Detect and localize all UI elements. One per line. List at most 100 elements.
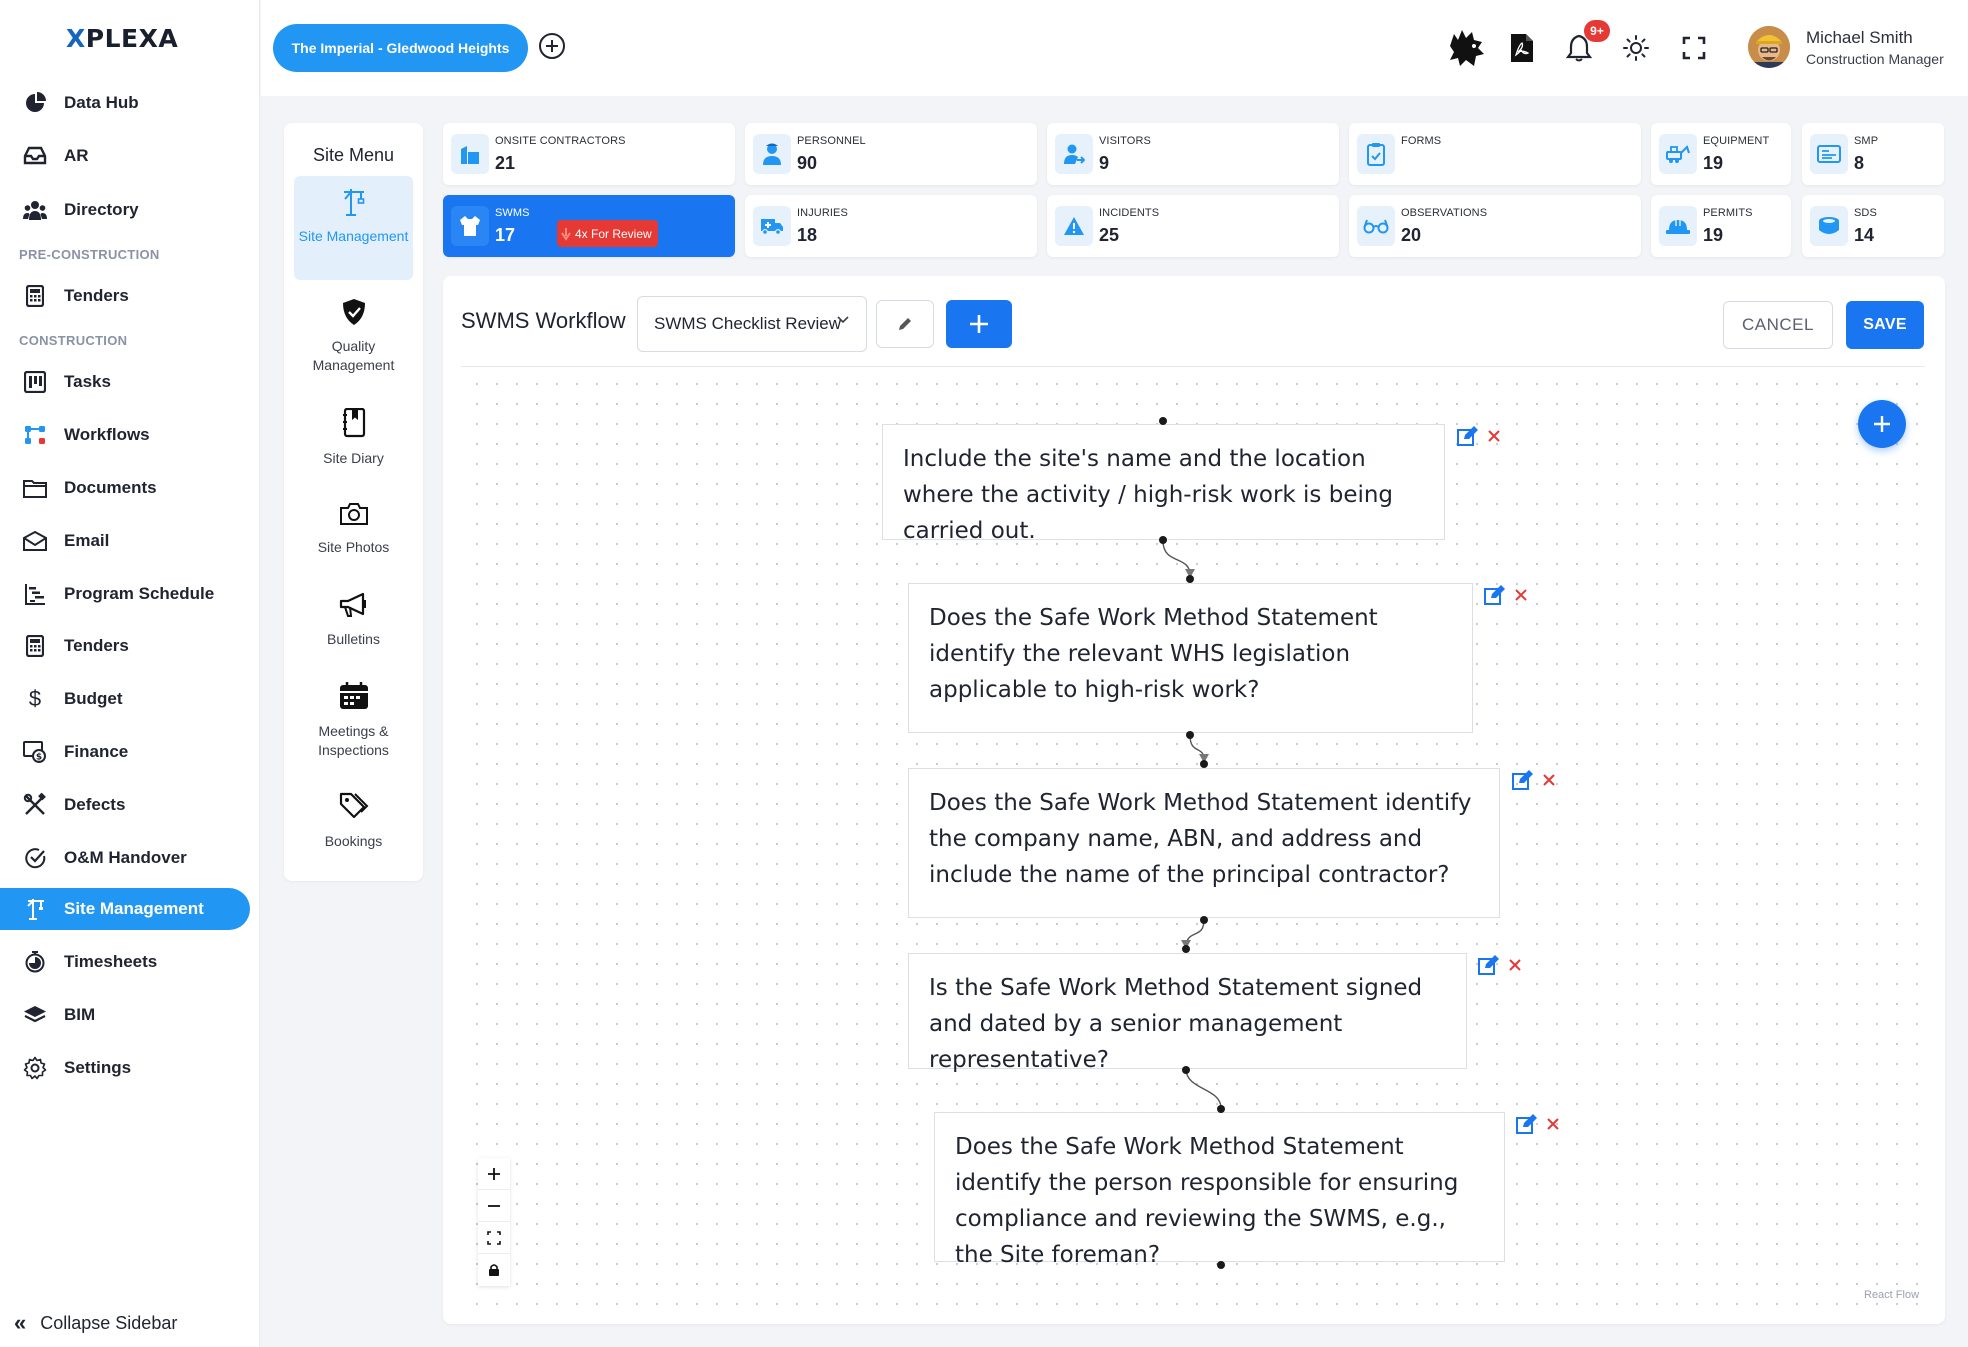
cancel-button[interactable]: CANCEL: [1723, 301, 1833, 349]
edit-checklist-button[interactable]: [876, 300, 934, 348]
node-output-handle[interactable]: [1159, 536, 1167, 544]
site-menu-item-site-diary[interactable]: Site Diary: [294, 407, 413, 468]
node-input-handle[interactable]: [1217, 1105, 1225, 1113]
close-icon[interactable]: [1546, 1117, 1560, 1131]
node-input-handle[interactable]: [1200, 760, 1208, 768]
sidebar-item-email[interactable]: Email: [0, 520, 250, 562]
app-logo[interactable]: XPLEXA: [66, 24, 178, 53]
stat-card-visitors[interactable]: VISITORS 9: [1047, 123, 1339, 185]
stat-card-incidents[interactable]: INCIDENTS 25: [1047, 195, 1339, 257]
camera-icon: [339, 501, 369, 532]
edit-icon[interactable]: [1478, 955, 1500, 975]
sidebar-item-defects[interactable]: Defects: [0, 784, 250, 826]
sidebar-item-timesheets[interactable]: Timesheets: [0, 941, 250, 983]
sidebar-item-directory[interactable]: Directory: [0, 189, 250, 231]
user-name[interactable]: Michael Smith: [1806, 28, 1913, 48]
sidebar-item-documents[interactable]: Documents: [0, 467, 250, 509]
avatar[interactable]: [1748, 26, 1790, 68]
ai-assistant-button[interactable]: [1444, 26, 1488, 70]
review-badge[interactable]: 4x For Review: [557, 220, 658, 247]
edit-icon[interactable]: [1512, 770, 1534, 790]
sidebar-item-finance[interactable]: $ Finance: [0, 731, 250, 773]
stat-card-observations[interactable]: OBSERVATIONS 20: [1349, 195, 1641, 257]
node-output-handle[interactable]: [1217, 1261, 1225, 1269]
site-menu-item-meetings-inspections[interactable]: Meetings & Inspections: [294, 681, 413, 760]
sidebar-item-label: Tenders: [64, 636, 129, 655]
site-menu-item-label: Meetings & Inspections: [318, 723, 389, 758]
node-output-handle[interactable]: [1186, 731, 1194, 739]
close-icon[interactable]: [1487, 429, 1501, 443]
sidebar-item-program-schedule[interactable]: Program Schedule: [0, 573, 250, 615]
site-menu-item-site-management[interactable]: Site Management: [294, 176, 413, 280]
close-icon[interactable]: [1542, 773, 1556, 787]
layers-icon: [22, 1002, 48, 1028]
node-input-handle[interactable]: [1159, 417, 1167, 425]
stat-card-injuries[interactable]: INJURIES 18: [745, 195, 1037, 257]
sidebar-item-ar[interactable]: AR: [0, 135, 250, 177]
checklist-select[interactable]: SWMS Checklist Review: [637, 296, 867, 352]
sidebar-item-label: Timesheets: [64, 952, 158, 971]
workflow-node-4[interactable]: Is the Safe Work Method Statement signed…: [908, 953, 1467, 1073]
stat-card-onsite-contractors[interactable]: ONSITE CONTRACTORS 21: [443, 123, 735, 185]
lock-button[interactable]: [478, 1254, 510, 1286]
workflow-node-1[interactable]: Include the site's name and the location…: [882, 424, 1445, 544]
theme-toggle-button[interactable]: [1614, 26, 1658, 70]
project-selector[interactable]: The Imperial - Gledwood Heights: [273, 24, 528, 72]
plus-icon: [970, 315, 988, 333]
sidebar-item-settings[interactable]: Settings: [0, 1047, 250, 1089]
megaphone-icon: [339, 591, 369, 624]
stat-card-sds[interactable]: SDS 14: [1802, 195, 1944, 257]
calculator-icon: [22, 633, 48, 659]
node-input-handle[interactable]: [1186, 575, 1194, 583]
add-project-button[interactable]: [537, 31, 567, 61]
stat-card-personnel[interactable]: PERSONNEL 90: [745, 123, 1037, 185]
node-input-handle[interactable]: [1182, 945, 1190, 953]
zoom-out-button[interactable]: [478, 1190, 510, 1222]
site-menu-item-quality-management[interactable]: Quality Management: [294, 298, 413, 375]
add-node-button[interactable]: [1858, 400, 1906, 448]
edit-icon[interactable]: [1484, 585, 1506, 605]
workflow-node-5[interactable]: Does the Safe Work Method Statement iden…: [934, 1112, 1505, 1268]
pdf-export-button[interactable]: [1500, 26, 1544, 70]
close-icon[interactable]: [1514, 588, 1528, 602]
react-flow-attribution[interactable]: React Flow: [1864, 1289, 1919, 1301]
site-menu-item-bookings[interactable]: Bookings: [294, 791, 413, 851]
checklist-select-value: SWMS Checklist Review: [654, 314, 842, 333]
collapse-sidebar-button[interactable]: « Collapse Sidebar: [14, 1310, 177, 1336]
sidebar-item-om-handover[interactable]: O&M Handover: [0, 837, 250, 879]
edit-icon[interactable]: [1457, 426, 1479, 446]
zoom-in-button[interactable]: [478, 1158, 510, 1190]
stat-label: ONSITE CONTRACTORS: [495, 135, 626, 147]
sidebar-item-tasks[interactable]: Tasks: [0, 361, 250, 403]
fit-view-button[interactable]: [478, 1222, 510, 1254]
stat-card-forms[interactable]: FORMS: [1349, 123, 1641, 185]
sidebar-item-site-management[interactable]: Site Management: [0, 888, 250, 930]
workflow-node-2[interactable]: Does the Safe Work Method Statement iden…: [908, 583, 1473, 733]
save-button[interactable]: SAVE: [1846, 301, 1924, 349]
site-menu-item-site-photos[interactable]: Site Photos: [294, 501, 413, 557]
stat-card-permits[interactable]: PERMITS 19: [1651, 195, 1791, 257]
sidebar-item-tenders-pre[interactable]: Tenders: [0, 275, 250, 317]
stat-card-equipment[interactable]: EQUIPMENT 19: [1651, 123, 1791, 185]
site-menu-item-label: Bookings: [324, 833, 383, 849]
node-output-handle[interactable]: [1182, 1066, 1190, 1074]
sidebar-item-tenders[interactable]: Tenders: [0, 625, 250, 667]
sidebar-item-label: Data Hub: [64, 93, 139, 112]
sidebar-item-bim[interactable]: BIM: [0, 994, 250, 1036]
fullscreen-button[interactable]: [1672, 26, 1716, 70]
sidebar-item-workflows[interactable]: Workflows: [0, 414, 250, 456]
node-text: Does the Safe Work Method Statement iden…: [929, 605, 1378, 703]
sidebar-item-data-hub[interactable]: Data Hub: [0, 82, 250, 124]
sidebar-item-label: Workflows: [64, 425, 150, 444]
stat-card-smp[interactable]: SMP 8: [1802, 123, 1944, 185]
add-checklist-button[interactable]: [946, 300, 1012, 348]
sidebar-item-label: Budget: [64, 689, 123, 708]
site-menu-item-bulletins[interactable]: Bulletins: [294, 591, 413, 649]
close-icon[interactable]: [1508, 958, 1522, 972]
sidebar-item-budget[interactable]: $ Budget: [0, 678, 250, 720]
node-output-handle[interactable]: [1200, 916, 1208, 924]
warning-icon: [1055, 206, 1093, 246]
workflow-node-3[interactable]: Does the Safe Work Method Statement iden…: [908, 768, 1500, 918]
stat-card-swms[interactable]: SWMS 17 4x For Review: [443, 195, 735, 257]
edit-icon[interactable]: [1516, 1114, 1538, 1134]
